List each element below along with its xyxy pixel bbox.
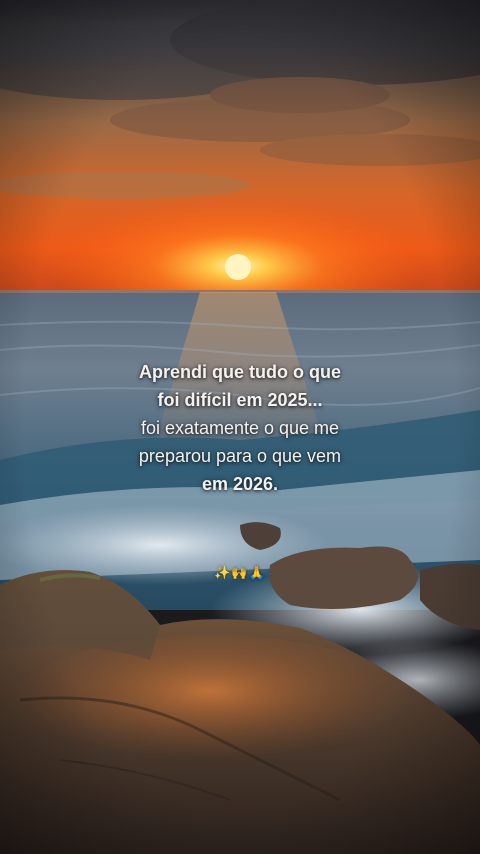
- caption-line-1: Aprendi que tudo o que: [139, 362, 341, 382]
- emoji-sparkles-hands: ✨🙌🙏: [214, 566, 266, 581]
- caption-line-3: foi exatamente o que me: [140, 418, 340, 438]
- caption-line-5: em 2026.: [201, 474, 279, 494]
- caption-text: Aprendi que tudo o que foi difícil em 20…: [0, 358, 480, 498]
- caption-line-4: preparou para o que vem: [138, 446, 342, 466]
- caption-line-2: foi difícil em 2025...: [157, 390, 323, 410]
